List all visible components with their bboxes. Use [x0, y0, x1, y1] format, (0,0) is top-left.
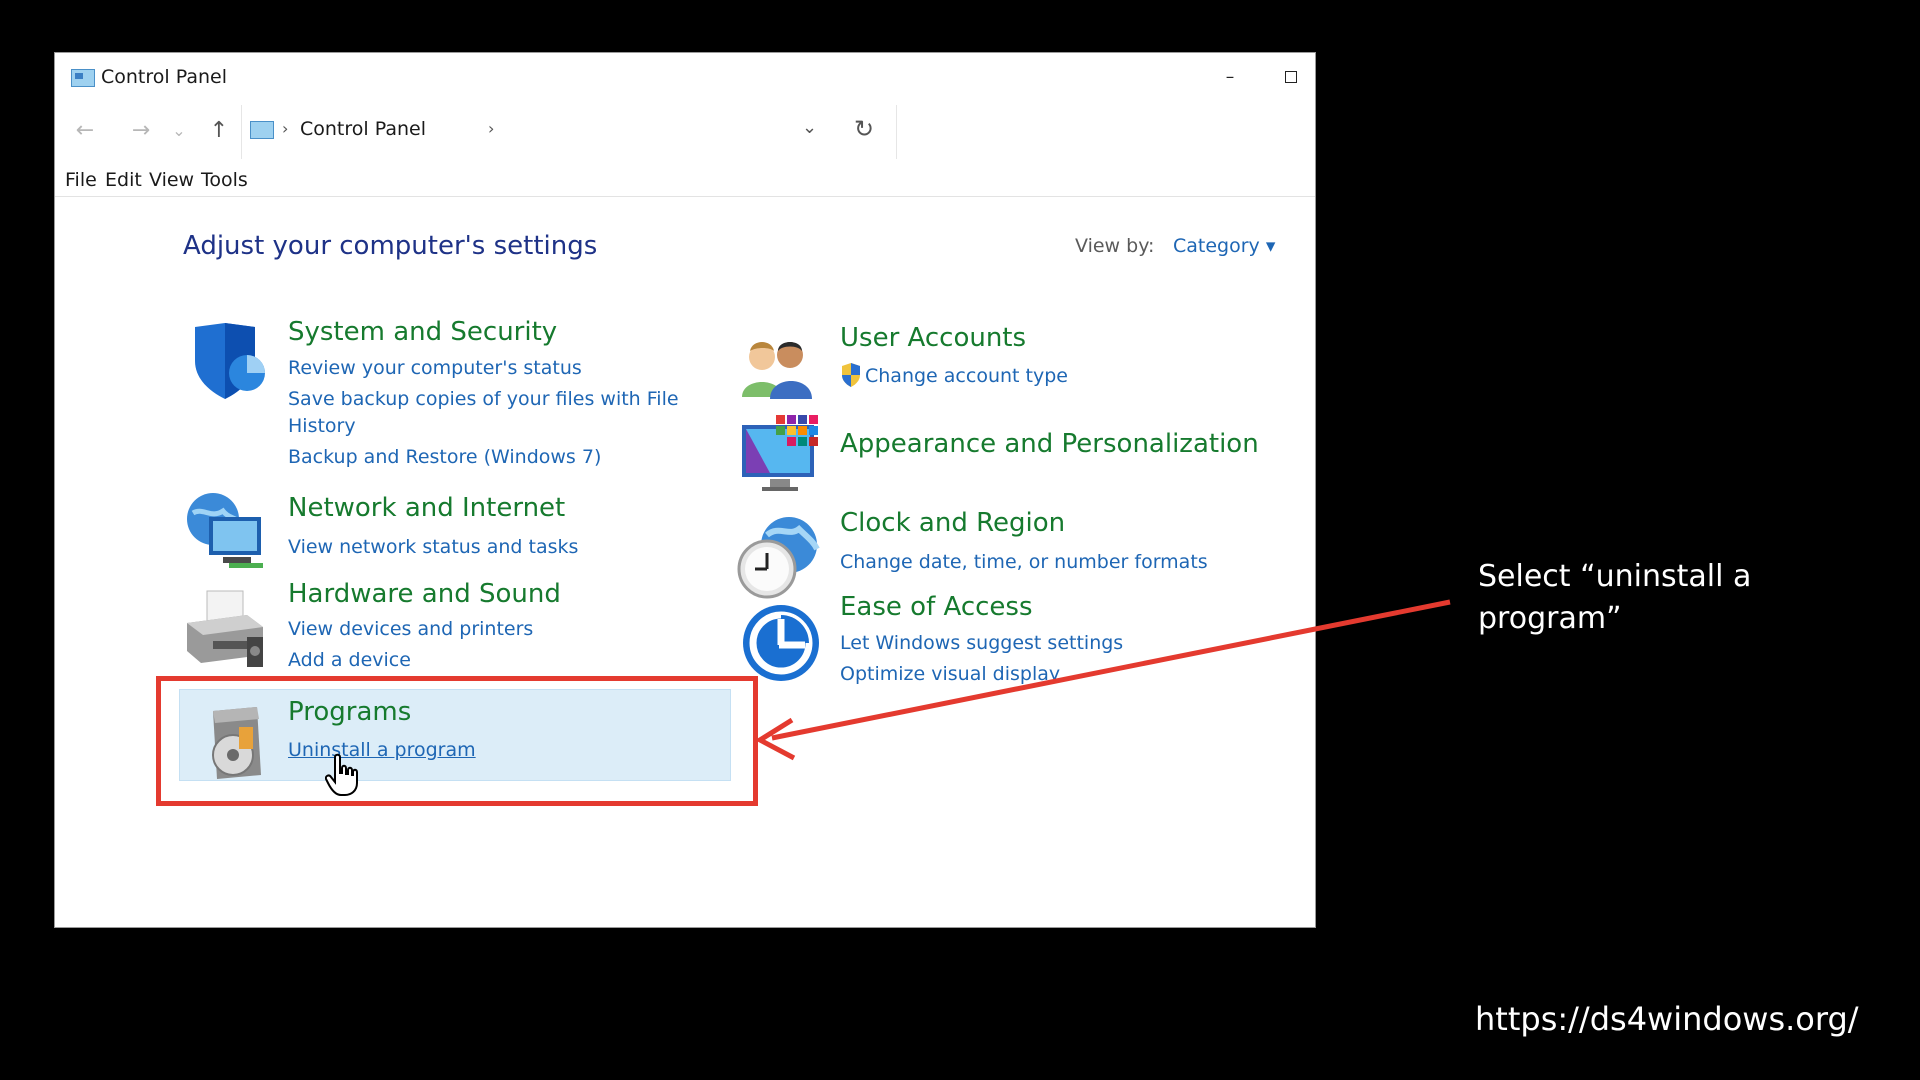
annotation-text: Select “uninstall a program”: [1478, 559, 1752, 636]
footer-url: https://ds4windows.org/: [1475, 1000, 1859, 1038]
annotation-arrow: [754, 599, 1451, 761]
